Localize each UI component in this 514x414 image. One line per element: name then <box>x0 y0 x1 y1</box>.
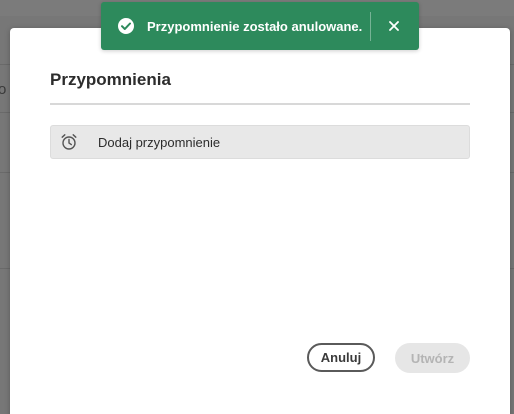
cancel-button[interactable]: Anuluj <box>307 343 375 372</box>
dialog-title: Przypomnienia <box>50 70 171 89</box>
reminders-dialog: Przypomnienia Dodaj przypomnienie Anuluj… <box>10 28 510 414</box>
create-button[interactable]: Utwórz <box>395 343 470 373</box>
toast-message: Przypomnienie zostało anulowane. <box>147 18 363 34</box>
check-circle-icon <box>117 17 135 35</box>
add-reminder-button[interactable]: Dodaj przypomnienie <box>50 125 470 159</box>
background-partial-text: o <box>0 81 7 98</box>
close-icon[interactable] <box>384 16 404 36</box>
add-reminder-label: Dodaj przypomnienie <box>98 134 221 150</box>
toast-notification: Przypomnienie zostało anulowane. <box>101 2 419 50</box>
toast-separator <box>370 12 371 41</box>
alarm-clock-icon <box>59 132 79 152</box>
title-divider <box>50 103 470 105</box>
